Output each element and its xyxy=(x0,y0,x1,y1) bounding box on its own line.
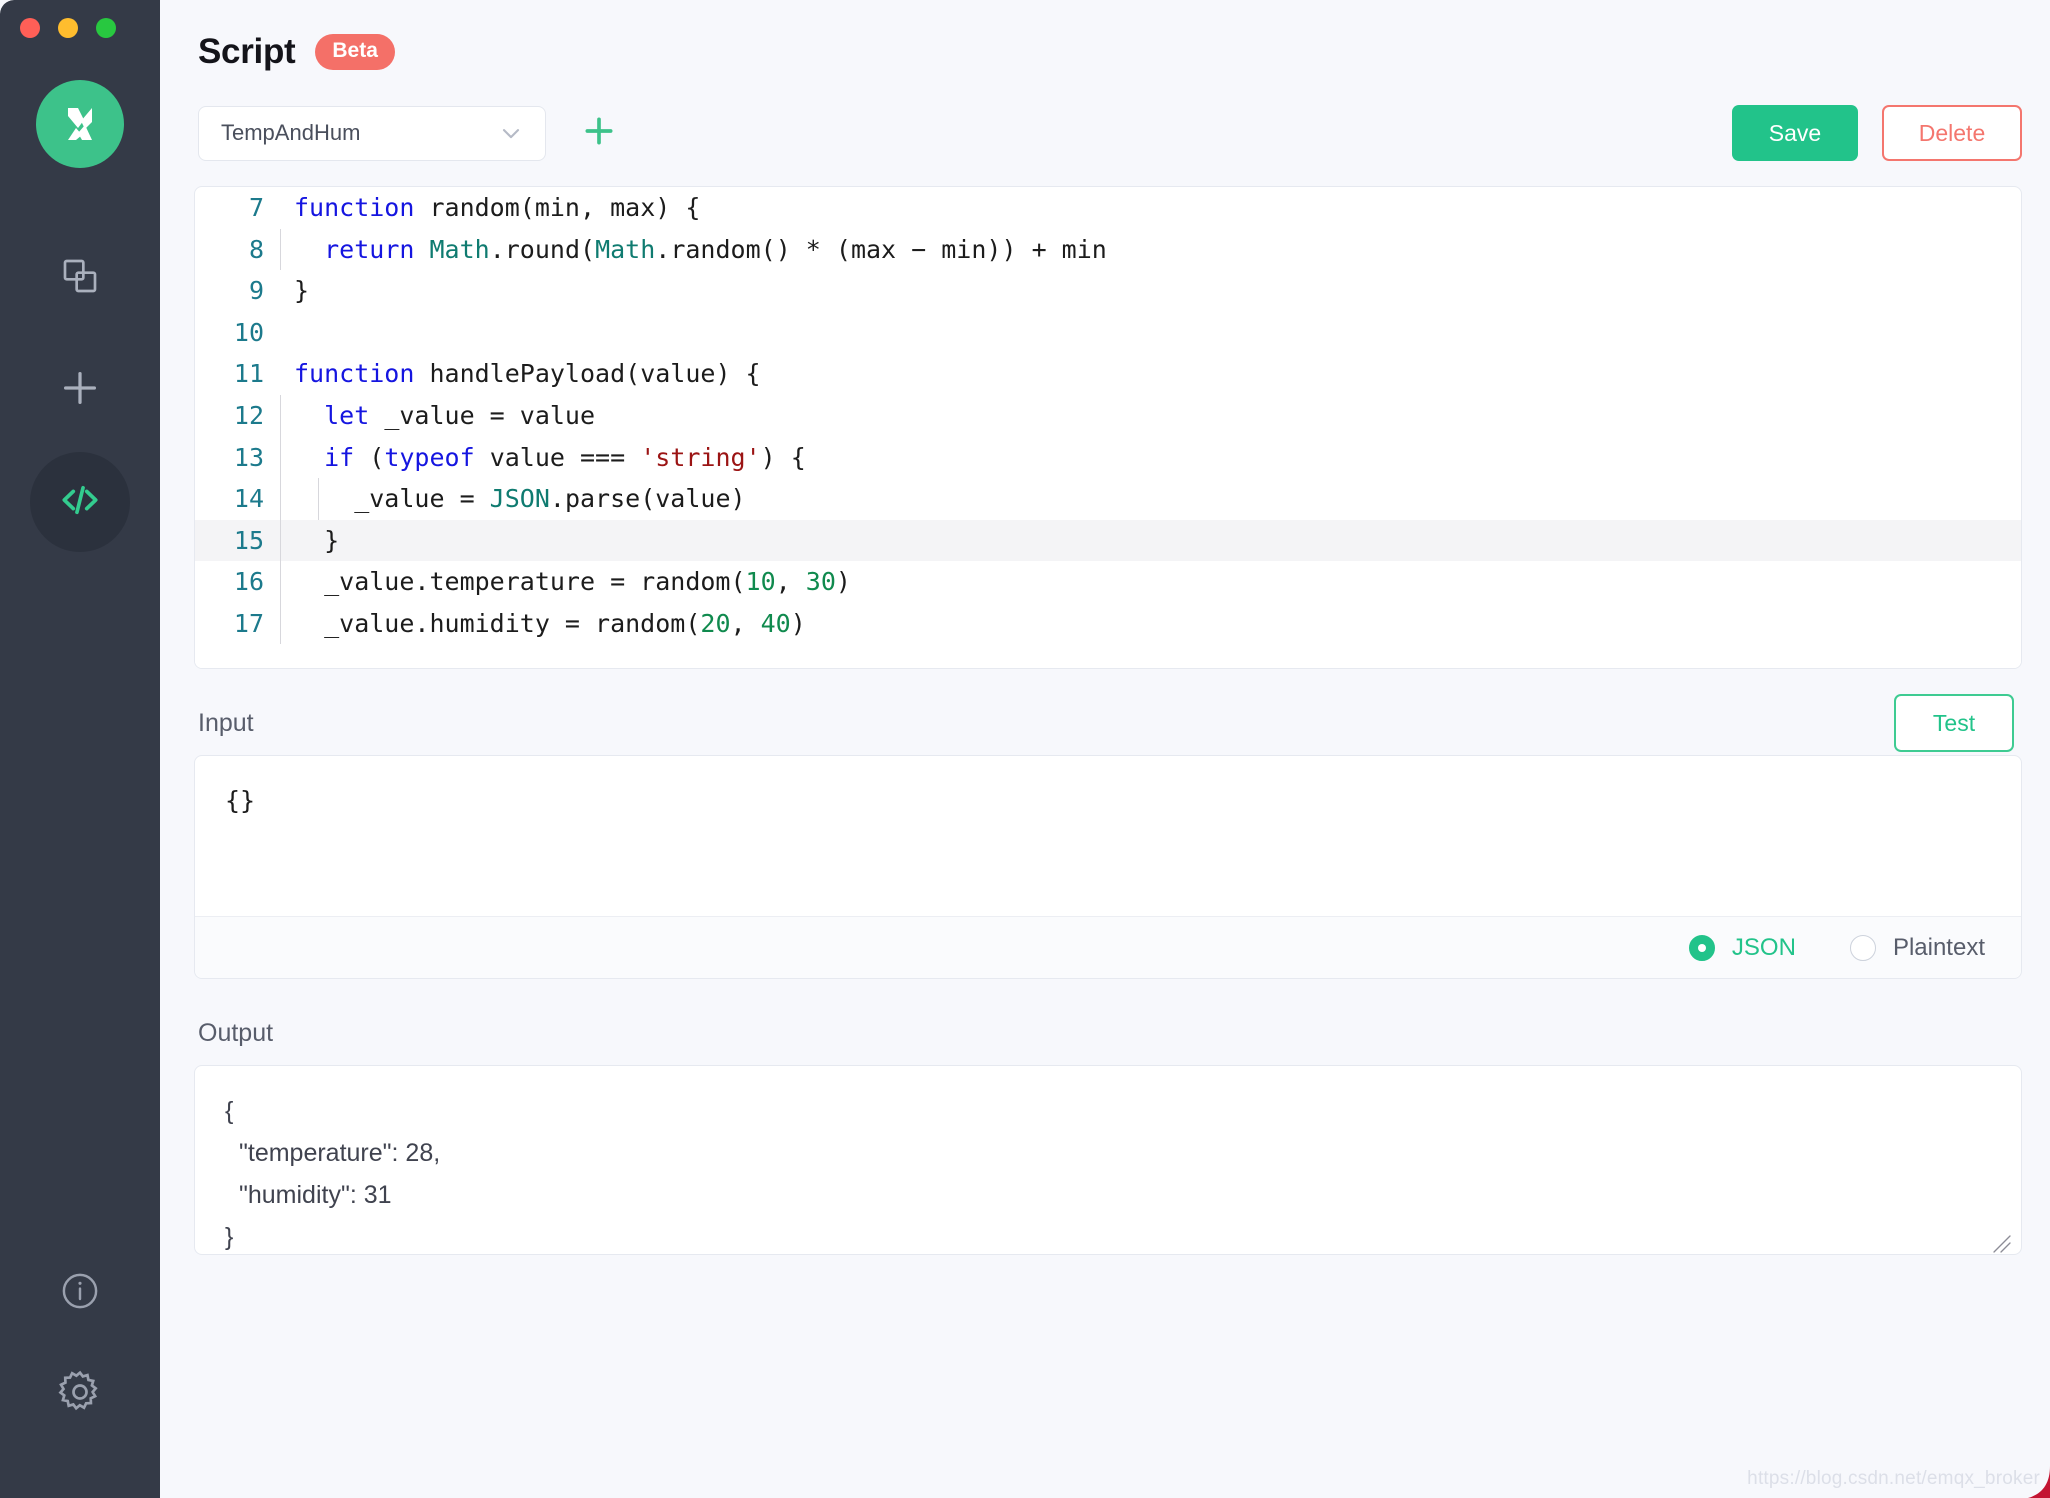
emqx-logo xyxy=(36,80,124,168)
radio-icon-json xyxy=(1689,935,1715,961)
line-number: 9 xyxy=(195,270,280,312)
script-select[interactable]: TempAndHum xyxy=(198,106,546,161)
status-badge: Beta xyxy=(315,34,395,69)
code-line[interactable]: 15 } xyxy=(195,520,2021,562)
sidebar-item-script[interactable] xyxy=(30,452,130,552)
code-line[interactable]: 7function random(min, max) { xyxy=(195,187,2021,229)
editor-bottom-fade xyxy=(195,644,2021,668)
line-number: 11 xyxy=(195,353,280,395)
app-window: Script Beta TempAndHum xyxy=(0,0,2050,1498)
input-format-json[interactable]: JSON xyxy=(1689,934,1796,962)
script-select-value: TempAndHum xyxy=(221,120,360,146)
output-line: { xyxy=(225,1090,2021,1132)
save-button[interactable]: Save xyxy=(1732,105,1858,161)
maximize-window-button[interactable] xyxy=(96,18,116,38)
code-line[interactable]: 17 _value.humidity = random(20, 40) xyxy=(195,603,2021,645)
code-line[interactable]: 14 _value = JSON.parse(value) xyxy=(195,478,2021,520)
toolbar-actions: Save Delete xyxy=(1732,105,2022,161)
sidebar-bottom-nav xyxy=(57,1270,103,1420)
indent-guide xyxy=(280,229,281,271)
code-line-content: return Math.round(Math.random() * (max −… xyxy=(280,229,2021,271)
code-line[interactable]: 11function handlePayload(value) { xyxy=(195,353,2021,395)
code-brackets-icon xyxy=(57,477,103,528)
watermark-corner-shape xyxy=(2024,1466,2050,1498)
code-line-content xyxy=(280,312,2021,354)
plus-icon xyxy=(57,365,103,416)
code-line-content: _value.humidity = random(20, 40) xyxy=(280,603,2021,645)
line-number: 7 xyxy=(195,187,280,229)
emqx-logo-mark xyxy=(54,98,106,150)
line-number: 13 xyxy=(195,437,280,479)
sidebar-item-new[interactable] xyxy=(30,340,130,440)
code-line-content: _value = JSON.parse(value) xyxy=(280,478,2021,520)
line-number: 10 xyxy=(195,312,280,354)
output-line: "humidity": 31 xyxy=(225,1174,2021,1216)
code-line-content: } xyxy=(280,520,2021,562)
add-script-button[interactable] xyxy=(578,112,620,154)
indent-guide xyxy=(318,478,319,520)
sidebar xyxy=(0,0,160,1498)
output-panel: { "temperature": 28, "humidity": 31 } xyxy=(194,1065,2022,1255)
toolbar: TempAndHum Save Delete xyxy=(194,102,2022,164)
input-label: Input xyxy=(198,709,254,738)
watermark-corner xyxy=(2024,1466,2050,1498)
delete-button[interactable]: Delete xyxy=(1882,105,2022,161)
sidebar-nav xyxy=(30,228,130,564)
code-line-content: _value.temperature = random(10, 30) xyxy=(280,561,2021,603)
page-title: Script xyxy=(198,32,295,72)
output-line: "temperature": 28, xyxy=(225,1132,2021,1174)
main-content: Script Beta TempAndHum xyxy=(160,0,2050,1498)
plus-icon xyxy=(579,111,619,156)
code-editor[interactable]: 7function random(min, max) {8 return Mat… xyxy=(194,186,2022,669)
code-line[interactable]: 16 _value.temperature = random(10, 30) xyxy=(195,561,2021,603)
watermark-text: https://blog.csdn.net/emqx_broker xyxy=(1747,1468,2040,1490)
test-button[interactable]: Test xyxy=(1894,694,2014,752)
indent-guide xyxy=(280,520,281,562)
indent-guide xyxy=(280,437,281,479)
line-number: 12 xyxy=(195,395,280,437)
copy-stack-icon xyxy=(60,256,100,301)
gear-icon[interactable] xyxy=(57,1369,103,1420)
code-editor-body[interactable]: 7function random(min, max) {8 return Mat… xyxy=(195,187,2021,669)
input-format-selector: JSON Plaintext xyxy=(195,916,2021,978)
line-number: 15 xyxy=(195,520,280,562)
input-panel: {} JSON Plaintext xyxy=(194,755,2022,979)
output-section-header: Output xyxy=(194,1001,2022,1065)
code-line-content: function random(min, max) { xyxy=(280,187,2021,229)
input-format-json-label: JSON xyxy=(1732,934,1796,962)
chevron-down-icon xyxy=(497,119,525,147)
indent-guide xyxy=(280,603,281,645)
code-line[interactable]: 8 return Math.round(Math.random() * (max… xyxy=(195,229,2021,271)
code-line[interactable]: 12 let _value = value xyxy=(195,395,2021,437)
indent-guide xyxy=(280,561,281,603)
output-line: } xyxy=(225,1216,2021,1258)
indent-guide xyxy=(280,395,281,437)
line-number: 17 xyxy=(195,603,280,645)
code-line-content: } xyxy=(280,270,2021,312)
close-window-button[interactable] xyxy=(20,18,40,38)
page-header: Script Beta xyxy=(194,0,2022,72)
sidebar-item-info[interactable] xyxy=(59,1270,101,1317)
line-number: 8 xyxy=(195,229,280,271)
output-label: Output xyxy=(198,1019,273,1048)
sidebar-item-connections[interactable] xyxy=(30,228,130,328)
code-line[interactable]: 9} xyxy=(195,270,2021,312)
window-traffic-lights xyxy=(20,18,116,38)
input-section-header: Input Test xyxy=(194,691,2022,755)
code-line-content: function handlePayload(value) { xyxy=(280,353,2021,395)
code-line[interactable]: 13 if (typeof value === 'string') { xyxy=(195,437,2021,479)
minimize-window-button[interactable] xyxy=(58,18,78,38)
line-number: 16 xyxy=(195,561,280,603)
line-number: 14 xyxy=(195,478,280,520)
code-line[interactable]: 10 xyxy=(195,312,2021,354)
resize-grip-icon[interactable] xyxy=(1991,1226,2013,1248)
code-line-content: let _value = value xyxy=(280,395,2021,437)
input-format-plaintext[interactable]: Plaintext xyxy=(1850,934,1985,962)
code-line-content: if (typeof value === 'string') { xyxy=(280,437,2021,479)
input-format-plaintext-label: Plaintext xyxy=(1893,934,1985,962)
indent-guide xyxy=(280,478,281,520)
radio-icon-plaintext xyxy=(1850,935,1876,961)
input-textarea[interactable]: {} xyxy=(195,756,2021,916)
